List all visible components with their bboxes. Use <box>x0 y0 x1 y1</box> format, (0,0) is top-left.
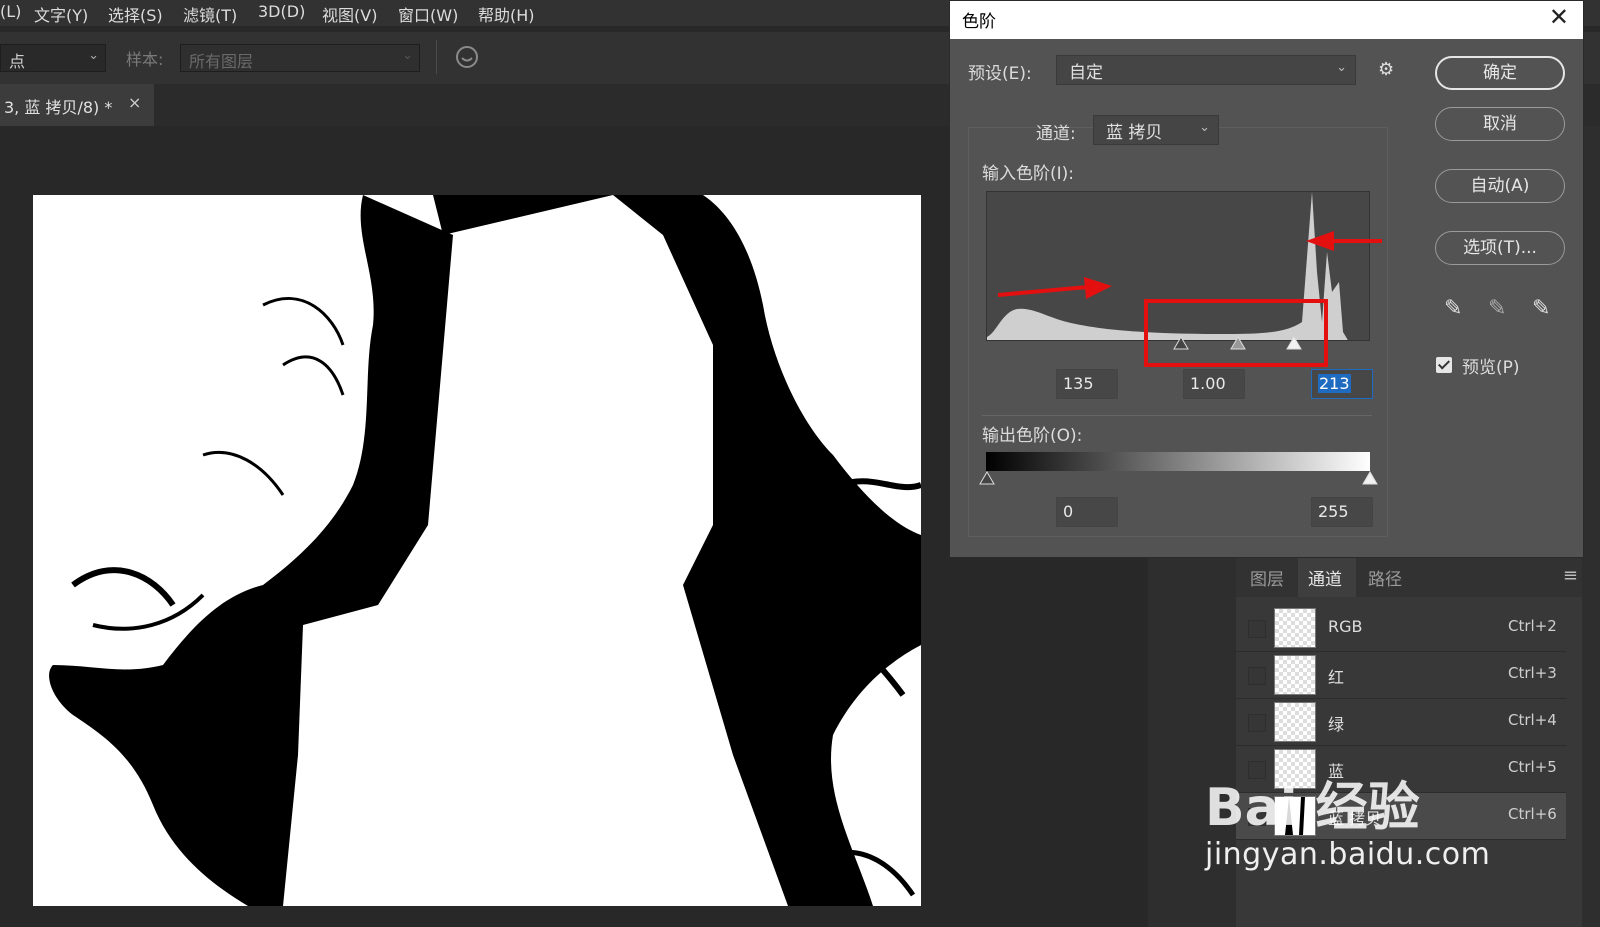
output-black-slider[interactable] <box>979 471 995 485</box>
chevron-down-icon: ⌄ <box>402 48 413 63</box>
auto-button[interactable]: 自动(A) <box>1435 169 1565 203</box>
levels-dialog: 色阶 ✕ 预设(E): 自定 ⌄ ⚙ 通道: 蓝 拷贝 ⌄ 输入色阶(I): 1… <box>949 0 1584 558</box>
channel-thumbnail <box>1274 608 1316 648</box>
document-canvas[interactable] <box>33 195 921 906</box>
annotation-highlight-box <box>1144 299 1328 367</box>
chevron-down-icon: ⌄ <box>1199 120 1210 135</box>
point-sample-select[interactable]: 点 ⌄ <box>0 44 106 72</box>
options-button[interactable]: 选项(T)... <box>1435 231 1565 265</box>
tab-layers[interactable]: 图层 <box>1250 565 1284 590</box>
input-gamma-value: 1.00 <box>1190 374 1226 393</box>
menu-item-select[interactable]: 选择(S) <box>108 2 163 26</box>
annotation-arrow-left-icon <box>1306 231 1382 251</box>
visibility-toggle[interactable] <box>1248 714 1266 732</box>
channel-select[interactable]: 蓝 拷贝 ⌄ <box>1093 115 1219 145</box>
channel-value: 蓝 拷贝 <box>1106 123 1163 143</box>
annotation-arrow-right-icon <box>997 277 1112 299</box>
channel-label: 通道: <box>1036 124 1076 144</box>
visibility-toggle[interactable] <box>1248 620 1266 638</box>
channel-thumbnail <box>1274 655 1316 695</box>
input-gamma-field[interactable]: 1.00 <box>1183 369 1245 399</box>
input-black-value: 135 <box>1063 374 1094 393</box>
menu-item-help[interactable]: 帮助(H) <box>478 2 535 26</box>
toolbar-divider <box>436 40 437 74</box>
output-black-field[interactable]: 0 <box>1056 497 1118 527</box>
channel-row-green[interactable]: 绿 Ctrl+4 <box>1236 699 1566 746</box>
visibility-toggle[interactable] <box>1248 667 1266 685</box>
panel-menu-icon[interactable]: ≡ <box>1563 565 1578 586</box>
sample-layers-value: 所有图层 <box>189 52 254 71</box>
output-gradient <box>986 452 1370 471</box>
tab-paths[interactable]: 路径 <box>1368 565 1402 590</box>
output-black-value: 0 <box>1063 502 1074 521</box>
channel-name: 绿 <box>1328 715 1345 734</box>
black-eyedropper-icon[interactable]: ✎ <box>1444 296 1462 321</box>
menu-item-view[interactable]: 视图(V) <box>322 2 377 26</box>
input-white-field[interactable]: 213 <box>1311 369 1373 399</box>
channel-shortcut: Ctrl+4 <box>1508 711 1557 729</box>
channel-name: RGB <box>1328 617 1363 636</box>
menu-item-type[interactable]: 文字(Y) <box>34 2 88 26</box>
face-aware-icon[interactable] <box>454 44 480 70</box>
tab-channels[interactable]: 通道 <box>1308 565 1342 590</box>
preset-label: 预设(E): <box>968 64 1032 84</box>
panel-tab-bar: 图层 通道 路径 ≡ <box>1236 557 1582 597</box>
menu-item-filter[interactable]: 滤镜(T) <box>183 2 237 26</box>
sample-layers-select[interactable]: 所有图层 ⌄ <box>180 44 420 72</box>
close-icon[interactable]: × <box>128 93 141 112</box>
document-tab[interactable]: 3, 蓝 拷贝/8) * × <box>0 84 154 126</box>
output-levels-label: 输出色阶(O): <box>982 426 1083 446</box>
point-sample-value: 点 <box>9 52 26 71</box>
channel-thumbnail <box>1274 702 1316 742</box>
sample-label: 样本: <box>126 50 164 69</box>
preset-select[interactable]: 自定 ⌄ <box>1056 55 1356 85</box>
output-white-slider[interactable] <box>1362 471 1378 485</box>
dialog-title: 色阶 <box>962 12 996 32</box>
preset-value: 自定 <box>1069 63 1103 83</box>
preview-checkbox[interactable] <box>1436 357 1452 373</box>
dialog-titlebar[interactable]: 色阶 ✕ <box>950 1 1583 39</box>
chevron-down-icon: ⌄ <box>88 48 99 63</box>
hair-mask-image <box>49 195 921 906</box>
menu-item-window[interactable]: 窗口(W) <box>398 2 458 26</box>
channel-name: 红 <box>1328 668 1345 687</box>
close-icon[interactable]: ✕ <box>1549 3 1569 31</box>
channel-shortcut: Ctrl+3 <box>1508 664 1557 682</box>
white-eyedropper-icon[interactable]: ✎ <box>1532 296 1550 321</box>
channel-row-red[interactable]: 红 Ctrl+3 <box>1236 652 1566 699</box>
channel-shortcut: Ctrl+2 <box>1508 617 1557 635</box>
preview-label: 预览(P) <box>1462 358 1520 378</box>
document-tab-title: 3, 蓝 拷贝/8) * <box>4 98 113 117</box>
menu-item-layer[interactable]: (L) <box>0 2 21 21</box>
cancel-button[interactable]: 取消 <box>1435 107 1565 141</box>
section-divider <box>982 415 1372 416</box>
ok-button[interactable]: 确定 <box>1435 56 1565 90</box>
watermark-url: jingyan.baidu.com <box>1205 837 1491 872</box>
gray-eyedropper-icon[interactable]: ✎ <box>1488 296 1506 321</box>
input-white-value: 213 <box>1318 374 1351 393</box>
input-black-field[interactable]: 135 <box>1056 369 1118 399</box>
baidu-watermark: Bai 经验 jingyan.baidu.com <box>1205 745 1585 885</box>
menu-item-3d[interactable]: 3D(D) <box>258 2 305 21</box>
output-white-value: 255 <box>1318 502 1349 521</box>
watermark-logo: Bai 经验 <box>1205 778 1420 838</box>
output-white-field[interactable]: 255 <box>1311 497 1373 527</box>
channel-row-rgb[interactable]: RGB Ctrl+2 <box>1236 605 1566 652</box>
input-levels-label: 输入色阶(I): <box>982 164 1075 184</box>
chevron-down-icon: ⌄ <box>1336 60 1347 75</box>
gear-icon[interactable]: ⚙ <box>1378 59 1394 80</box>
